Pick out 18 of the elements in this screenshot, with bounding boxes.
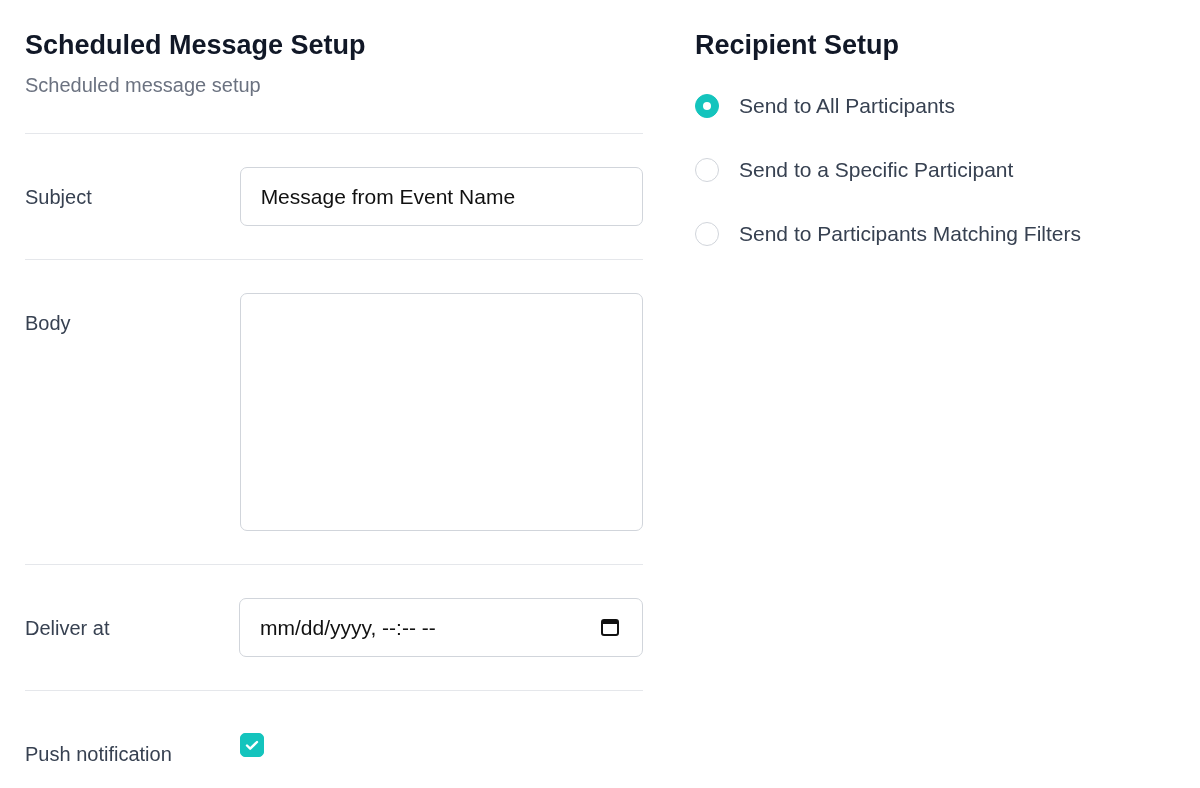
body-field[interactable] <box>239 293 643 531</box>
form-title: Scheduled Message Setup <box>25 29 367 62</box>
field-label: Push notification <box>25 742 173 766</box>
section-title: Recipient Setup <box>695 29 901 62</box>
calendar-icon[interactable] <box>600 617 620 637</box>
form-subtitle: Scheduled message setup <box>25 73 262 98</box>
field-label: Body <box>25 311 72 335</box>
radio-label[interactable]: Send to a Specific Participant <box>739 158 1014 182</box>
radio-label[interactable]: Send to All Participants <box>739 94 955 118</box>
date-time-field[interactable]: mm/dd/yyyy, --:-- -- <box>239 598 643 657</box>
field-label: Subject <box>25 185 93 209</box>
radio-button[interactable] <box>695 94 719 118</box>
checkbox[interactable] <box>240 733 264 757</box>
radio-button[interactable] <box>695 222 719 246</box>
radio-label[interactable]: Send to Participants Matching Filters <box>739 222 1081 246</box>
radio-button[interactable] <box>695 158 719 182</box>
subject-field[interactable]: Message from Event Name <box>239 167 643 226</box>
field-label: Deliver at <box>25 616 111 640</box>
